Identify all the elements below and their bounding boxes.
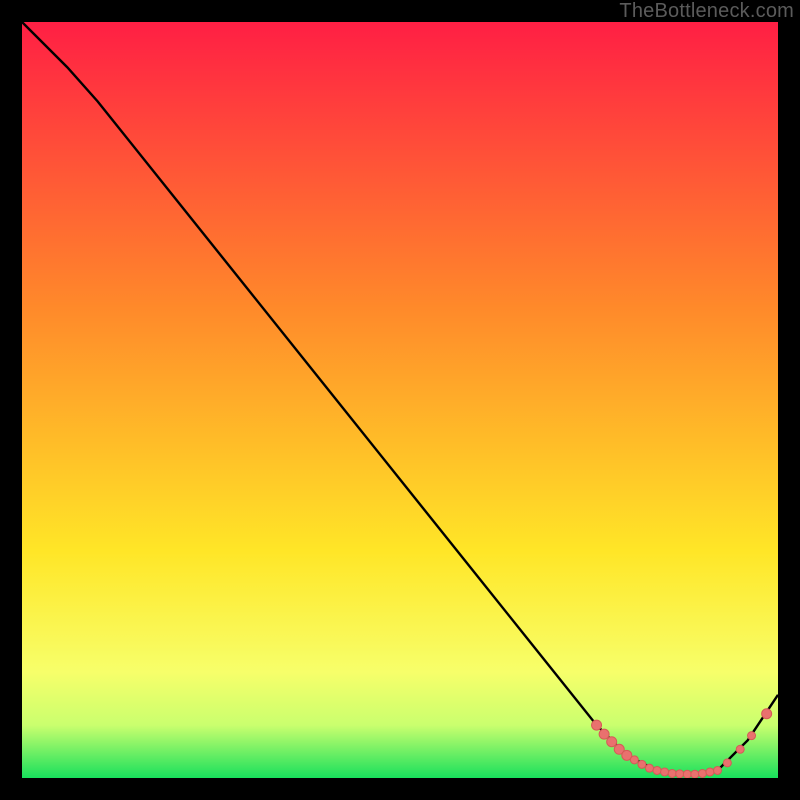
watermark-text: TheBottleneck.com — [619, 0, 794, 23]
data-point — [645, 764, 653, 772]
data-point — [638, 760, 646, 768]
data-point — [762, 709, 772, 719]
data-point — [668, 769, 676, 777]
chart-svg — [22, 22, 778, 778]
data-point — [599, 729, 609, 739]
chart-stage: TheBottleneck.com — [0, 0, 800, 800]
data-point — [592, 720, 602, 730]
data-point — [736, 745, 744, 753]
data-point — [653, 766, 661, 774]
data-point — [706, 768, 714, 776]
data-point — [661, 768, 669, 776]
data-point — [723, 759, 731, 767]
data-point — [607, 737, 617, 747]
data-point — [683, 770, 691, 778]
data-point — [691, 770, 699, 778]
data-point — [748, 732, 756, 740]
data-point — [698, 769, 706, 777]
data-point — [630, 756, 638, 764]
gradient-bg — [22, 22, 778, 778]
data-point — [714, 766, 722, 774]
data-point — [676, 770, 684, 778]
plot-area — [22, 22, 778, 778]
